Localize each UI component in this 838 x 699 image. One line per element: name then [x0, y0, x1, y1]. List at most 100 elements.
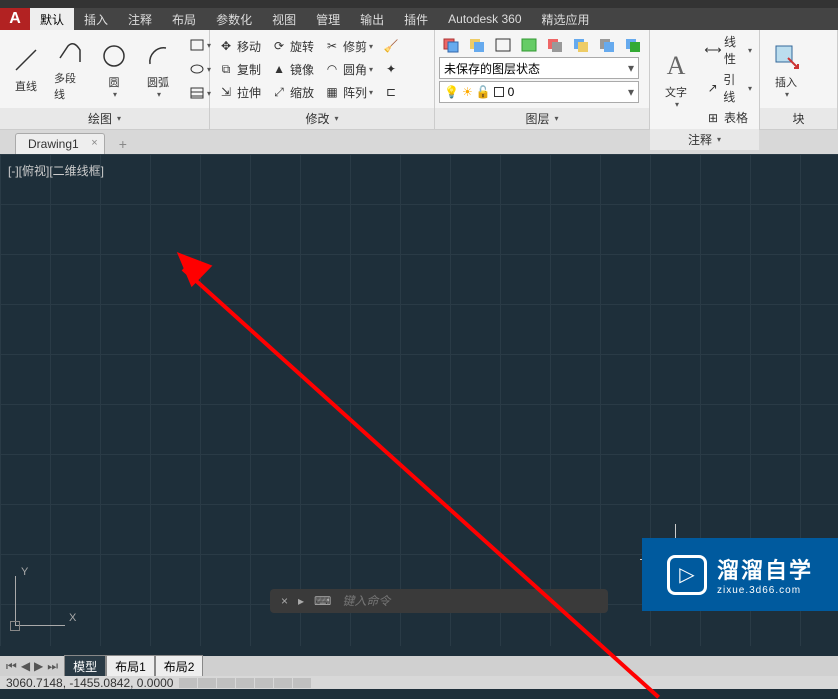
copy-button[interactable]: ⧉复制 — [214, 59, 265, 80]
copy-icon: ⧉ — [218, 61, 234, 77]
text-icon: A — [660, 50, 692, 82]
chevron-down-icon: ▾ — [113, 90, 117, 99]
menu-annotate[interactable]: 注释 — [118, 8, 162, 30]
panel-draw-title[interactable]: 绘图▾ — [0, 108, 209, 129]
status-grid-button[interactable] — [198, 678, 216, 688]
file-tab-drawing1[interactable]: Drawing1 × — [15, 133, 105, 154]
offset-button[interactable]: ⊏ — [379, 82, 406, 103]
drawing-canvas[interactable]: [-][俯视][二维线框] Y X ▷ 溜溜自学 zixue.3d66.com … — [0, 154, 838, 646]
fillet-button[interactable]: ◠圆角▾ — [320, 59, 377, 80]
layout-tab-1[interactable]: 布局1 — [106, 655, 155, 677]
leader-button[interactable]: ↗引线▾ — [702, 70, 755, 106]
status-dyn-button[interactable] — [293, 678, 311, 688]
first-layout-button[interactable]: ⏮ — [4, 659, 19, 674]
linear-dim-button[interactable]: ⟷线性▾ — [702, 32, 755, 68]
close-icon[interactable]: × — [276, 594, 293, 608]
status-osnap-button[interactable] — [255, 678, 273, 688]
mirror-button[interactable]: ▲镜像 — [267, 59, 318, 80]
erase-icon: 🧹 — [383, 38, 399, 54]
polyline-button[interactable]: 多段线 — [48, 34, 92, 104]
menu-plugins[interactable]: 插件 — [394, 8, 438, 30]
line-label: 直线 — [15, 78, 37, 94]
insert-block-button[interactable]: 插入 ▾ — [764, 38, 808, 101]
fillet-icon: ◠ — [324, 61, 340, 77]
panel-draw: 直线 多段线 圆 ▾ 圆弧 ▾ ▾ ▾ ▾ 绘图▾ — [0, 30, 210, 129]
menu-featured[interactable]: 精选应用 — [532, 8, 600, 30]
layout-tab-model[interactable]: 模型 — [64, 655, 106, 677]
command-bar[interactable]: × ▸ ⌨ — [270, 589, 608, 613]
status-polar-button[interactable] — [236, 678, 254, 688]
ucs-y-label: Y — [21, 566, 28, 578]
arc-label: 圆弧 — [147, 74, 169, 90]
ribbon: 直线 多段线 圆 ▾ 圆弧 ▾ ▾ ▾ ▾ 绘图▾ — [0, 30, 838, 130]
move-button[interactable]: ✥移动 — [214, 36, 265, 57]
menu-output[interactable]: 输出 — [350, 8, 394, 30]
explode-button[interactable]: ✦ — [379, 59, 406, 80]
menu-insert[interactable]: 插入 — [74, 8, 118, 30]
layer-more-button[interactable] — [621, 35, 645, 55]
scale-button[interactable]: ⤢缩放 — [267, 82, 318, 103]
menu-manage[interactable]: 管理 — [306, 8, 350, 30]
menu-a360[interactable]: Autodesk 360 — [438, 8, 531, 30]
new-tab-button[interactable]: + — [113, 134, 133, 154]
panel-layers: 未保存的图层状态 💡 ☀ 🔓 0 图层▾ — [435, 30, 650, 129]
text-button[interactable]: A 文字 ▾ — [654, 48, 698, 111]
layout-tab-2[interactable]: 布局2 — [155, 655, 204, 677]
panel-modify-title[interactable]: 修改▾ — [210, 108, 434, 129]
watermark-url: zixue.3d66.com — [717, 585, 813, 596]
panel-annotation-title[interactable]: 注释▾ — [650, 129, 759, 150]
chevron-down-icon: ▾ — [675, 100, 679, 109]
layout-tab-bar: ⏮ ◀ ▶ ⏭ 模型 布局1 布局2 — [0, 656, 838, 676]
panel-block: 插入 ▾ 块 — [760, 30, 838, 129]
layer-freeze-button[interactable] — [491, 35, 515, 55]
circle-button[interactable]: 圆 ▾ — [92, 38, 136, 101]
array-button[interactable]: ▦阵列▾ — [320, 82, 377, 103]
next-layout-button[interactable]: ▶ — [32, 659, 45, 674]
menu-parametric[interactable]: 参数化 — [206, 8, 262, 30]
layer-previous-button[interactable] — [595, 35, 619, 55]
status-snap-button[interactable] — [179, 678, 197, 688]
last-layout-button[interactable]: ⏭ — [45, 659, 60, 674]
sun-icon: ☀ — [462, 85, 473, 99]
status-otrack-button[interactable] — [274, 678, 292, 688]
layer-current-dropdown[interactable]: 💡 ☀ 🔓 0 — [439, 81, 639, 103]
status-ortho-button[interactable] — [217, 678, 235, 688]
panel-modify: ✥移动 ⟳旋转 ✂修剪▾ 🧹 ⧉复制 ▲镜像 ◠圆角▾ ✦ ⇲拉伸 ⤢缩放 ▦阵… — [210, 30, 435, 129]
rotate-button[interactable]: ⟳旋转 — [267, 36, 318, 57]
menu-layout[interactable]: 布局 — [162, 8, 206, 30]
layer-lock-button[interactable] — [517, 35, 541, 55]
app-logo[interactable]: A — [0, 8, 30, 30]
line-icon — [10, 44, 42, 76]
watermark-text: 溜溜自学 — [717, 558, 813, 583]
panel-layers-title[interactable]: 图层▾ — [435, 108, 649, 129]
layer-state-dropdown[interactable]: 未保存的图层状态 — [439, 57, 639, 79]
lock-icon: 🔓 — [476, 85, 491, 99]
trim-button[interactable]: ✂修剪▾ — [320, 36, 377, 57]
erase-button[interactable]: 🧹 — [379, 36, 406, 57]
menu-default[interactable]: 默认 — [30, 8, 74, 30]
line-button[interactable]: 直线 — [4, 42, 48, 96]
layer-match-button[interactable] — [569, 35, 593, 55]
insert-label: 插入 — [775, 74, 797, 90]
viewport-label[interactable]: [-][俯视][二维线框] — [8, 162, 104, 179]
array-icon: ▦ — [324, 84, 340, 100]
menu-bar: A 默认 插入 注释 布局 参数化 视图 管理 输出 插件 Autodesk 3… — [0, 8, 838, 30]
prev-layout-button[interactable]: ◀ — [19, 659, 32, 674]
panel-block-title[interactable]: 块 — [760, 108, 837, 129]
layer-off-button[interactable] — [465, 35, 489, 55]
circle-icon — [98, 40, 130, 72]
title-bar — [0, 0, 838, 8]
command-input[interactable] — [336, 594, 602, 608]
circle-label: 圆 — [109, 74, 120, 90]
offset-icon: ⊏ — [383, 84, 399, 100]
stretch-button[interactable]: ⇲拉伸 — [214, 82, 265, 103]
command-prompt-icon: ⌨ — [309, 594, 336, 608]
table-button[interactable]: ⊞表格 — [702, 108, 755, 127]
layer-iso-button[interactable] — [543, 35, 567, 55]
menu-view[interactable]: 视图 — [262, 8, 306, 30]
close-icon[interactable]: × — [91, 137, 97, 149]
recent-commands-button[interactable]: ▸ — [293, 594, 309, 608]
layer-properties-button[interactable] — [439, 35, 463, 55]
ucs-x-label: X — [69, 612, 76, 624]
arc-button[interactable]: 圆弧 ▾ — [136, 38, 180, 101]
